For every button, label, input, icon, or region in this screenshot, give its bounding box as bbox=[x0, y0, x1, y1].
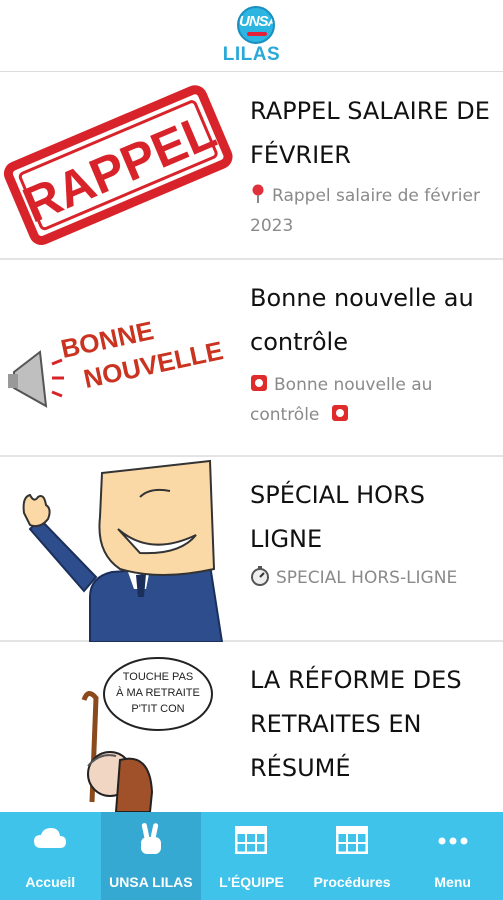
app-header: UNSA LILAS bbox=[0, 0, 503, 72]
nav-accueil[interactable]: Accueil bbox=[0, 812, 101, 900]
bonne-nouvelle-image: BONNE NOUVELLE bbox=[8, 315, 226, 408]
nav-equipe[interactable]: L'ÉQUIPE bbox=[201, 812, 302, 900]
article-card[interactable]: RAPPEL RAPPEL SALAIRE DE FÉVRIER Rappel … bbox=[0, 73, 503, 260]
cloud-icon bbox=[34, 828, 67, 848]
article-thumbnail: RAPPEL bbox=[0, 73, 238, 260]
waving-businessman-image bbox=[22, 459, 224, 643]
article-feed: RAPPEL RAPPEL SALAIRE DE FÉVRIER Rappel … bbox=[0, 73, 503, 813]
stopwatch-icon bbox=[251, 566, 269, 586]
article-title: RAPPEL SALAIRE DE FÉVRIER bbox=[250, 97, 490, 169]
speech-text-2: À MA RETRAITE bbox=[116, 686, 200, 699]
speech-text-1: TOUCHE PAS bbox=[123, 671, 194, 683]
article-thumbnail bbox=[0, 457, 238, 643]
table-icon bbox=[336, 826, 369, 854]
article-thumbnail: BONNE NOUVELLE bbox=[0, 260, 238, 457]
table-icon bbox=[235, 826, 268, 854]
round-pushpin-icon bbox=[252, 184, 264, 203]
article-title: Bonne nouvelle au contrôle bbox=[250, 284, 474, 356]
article-excerpt: Bonne nouvelle au contrôle bbox=[250, 375, 433, 425]
nav-menu[interactable]: Menu bbox=[402, 812, 503, 900]
article-title: SPÉCIAL HORS LIGNE bbox=[250, 481, 425, 553]
app-title: LILAS bbox=[222, 44, 281, 65]
nav-procedures[interactable]: Procédures bbox=[302, 812, 403, 900]
bottom-navigation: Accueil UNSA LILAS L'ÉQUIPE Procédures M… bbox=[0, 812, 503, 900]
peace-hand-icon bbox=[140, 823, 161, 854]
police-light-icon bbox=[331, 405, 348, 421]
unsa-logo: UNSA bbox=[237, 6, 275, 44]
article-card[interactable]: SPÉCIAL HORS LIGNE SPECIAL HORS-LIGNE bbox=[0, 457, 503, 643]
retraite-cartoon-image: TOUCHE PAS À MA RETRAITE P'TIT CON bbox=[81, 657, 213, 813]
ellipsis-icon bbox=[438, 837, 468, 845]
article-title: LA RÉFORME DES RETRAITES EN RÉSUMÉ bbox=[250, 666, 462, 782]
speech-text-3: P'TIT CON bbox=[131, 703, 184, 715]
article-card[interactable]: BONNE NOUVELLE Bonne nouvelle au contrôl… bbox=[0, 260, 503, 457]
police-light-icon bbox=[251, 375, 267, 391]
article-excerpt: SPECIAL HORS-LIGNE bbox=[250, 563, 495, 593]
article-excerpt: Rappel salaire de février 2023 bbox=[250, 184, 480, 236]
nav-unsa-lilas[interactable]: UNSA LILAS bbox=[100, 812, 202, 900]
article-thumbnail: TOUCHE PAS À MA RETRAITE P'TIT CON bbox=[0, 642, 238, 813]
article-card[interactable]: TOUCHE PAS À MA RETRAITE P'TIT CON LA RÉ… bbox=[0, 642, 503, 813]
rappel-stamp-image: RAPPEL bbox=[3, 85, 233, 246]
